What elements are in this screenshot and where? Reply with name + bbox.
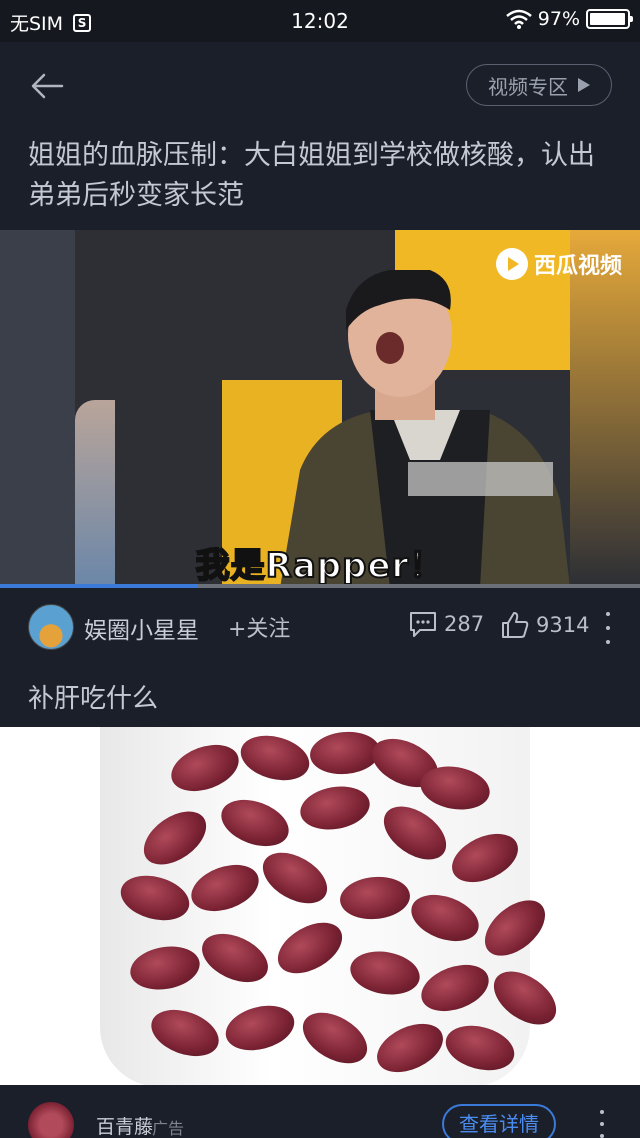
ad-title[interactable]: 补肝吃什么 [28,678,158,715]
ad-tag: 广告 [152,1119,185,1138]
arrow-left-icon [31,73,64,99]
thumbs-up-icon [502,612,529,638]
author-name[interactable]: 娱圈小星星 [84,611,199,645]
xigua-logo-icon [495,248,528,280]
likes-count: 9314 [536,613,590,637]
video-progress-fill [0,584,199,588]
ad-image[interactable] [0,727,640,1085]
ad-footer: 百青藤 广告 查看详情 [0,1086,640,1138]
author-row: 娱圈小星星 +关注 287 9314 [0,596,640,660]
back-button[interactable] [26,64,70,108]
advertiser-avatar[interactable] [28,1102,74,1138]
video-watermark: 西瓜视频 [533,254,622,279]
battery-fill [590,13,625,25]
video-zone-label: 视频专区 [488,74,568,99]
top-nav: 视频专区 [0,42,640,130]
comment-icon [410,612,436,637]
article-title: 姐姐的血脉压制：大白姐姐到学校做核酸，认出弟弟后秒变家长范 [28,140,595,211]
video-progress-bar[interactable] [0,584,640,588]
author-avatar[interactable] [28,604,74,650]
advertiser-name[interactable]: 百青藤 [96,1112,153,1138]
battery-percent: 97% [537,8,580,30]
comments-button[interactable]: 287 [408,610,484,638]
status-icons: 97% [505,8,633,30]
play-icon [578,78,590,92]
follow-button[interactable]: +关注 [228,611,290,643]
comments-count: 287 [444,612,485,636]
video-frame-left [0,230,75,588]
view-details-button[interactable]: 查看详情 [442,1104,556,1138]
video-blur-region [408,462,553,496]
more-options-icon[interactable] [598,612,618,644]
status-bar: 无SIM S 12:02 97% [0,0,640,42]
xigua-logo: 西瓜视频 [495,248,622,280]
video-subtitle: 我是Rapper！ [195,545,445,587]
ad-more-options-icon[interactable] [598,1110,606,1138]
wifi-icon [505,9,532,29]
like-button[interactable]: 9314 [500,610,589,640]
battery-icon [586,9,633,29]
video-zone-button[interactable]: 视频专区 [466,64,612,106]
video-frame-right [570,230,640,588]
video-player[interactable]: 西瓜视频 我是Rapper！ [0,230,640,588]
